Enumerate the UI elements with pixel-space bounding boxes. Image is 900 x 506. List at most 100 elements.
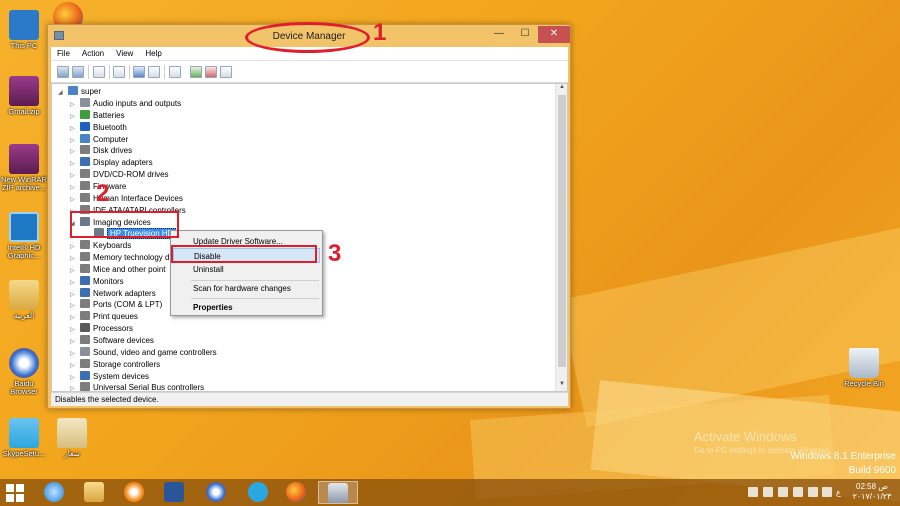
clock[interactable]: ص 02:58 ٢٠١٧/٠١/٢٣ (848, 482, 896, 502)
expand-arrow-icon[interactable]: ▷ (70, 383, 80, 391)
desktop-icon-gmail-zip[interactable]: Gmail.zip (0, 76, 48, 116)
baidu-browser-icon (206, 482, 226, 502)
activate-windows-title: Activate Windows (694, 429, 797, 444)
menu-file[interactable]: File (51, 47, 76, 58)
taskbar-device-manager[interactable] (318, 481, 358, 504)
avast-icon (124, 482, 144, 502)
tree-item-label: Ports (COM & LPT) (93, 300, 163, 310)
computer-icon (68, 86, 78, 95)
vertical-scrollbar[interactable]: ▲ ▼ (555, 84, 567, 391)
annotation-box-imaging-devices (70, 211, 179, 238)
minimize-button[interactable]: — (486, 26, 512, 43)
show-hidden-icons-icon[interactable] (748, 487, 758, 497)
tree-category[interactable]: ▷ Disk drives (70, 145, 132, 157)
start-button[interactable] (6, 484, 24, 502)
desktop-icon-baidu-browser[interactable]: Baidu Browser (0, 348, 48, 396)
taskbar-firefox[interactable] (276, 481, 316, 504)
menu-item-uninstall[interactable]: Uninstall (173, 262, 320, 277)
tree-category[interactable]: ▷ System devices (70, 370, 149, 383)
taskbar: ع ص 02:58 ٢٠١٧/٠١/٢٣ (0, 479, 900, 506)
menu-separator (191, 298, 319, 299)
device-category-icon (80, 98, 90, 107)
tree-category[interactable]: ▷ Software devices (70, 335, 154, 347)
scroll-down-icon[interactable]: ▼ (556, 381, 567, 391)
tree-category[interactable]: ▷ Network adapters (70, 287, 156, 300)
desktop-icon-this-pc[interactable]: This PC (0, 10, 48, 50)
tree-category[interactable]: ▷ Storage controllers (70, 358, 160, 371)
tree-category[interactable]: ▷ Ports (COM & LPT) (70, 299, 162, 311)
tree-category[interactable]: ▷ DVD/CD-ROM drives (70, 169, 169, 181)
desktop-icon-intel-graphics[interactable]: Intel® HD Graphic... (0, 212, 48, 260)
close-button[interactable]: ✕ (538, 26, 570, 43)
toolbar-separator (109, 65, 110, 79)
tree-category[interactable]: ▷ Print queues (70, 311, 138, 323)
desktop-icon-recycle-bin[interactable]: Recycle Bin (840, 348, 888, 388)
help-icon[interactable] (133, 66, 145, 78)
device-category-icon (80, 358, 90, 368)
annotation-ellipse-title (245, 22, 370, 53)
tree-root[interactable]: ◢ super (58, 86, 101, 98)
volume-icon[interactable] (822, 487, 832, 497)
menu-item-properties[interactable]: Properties (173, 300, 320, 315)
tree-category[interactable]: ▷ Bluetooth (70, 121, 127, 134)
tree-category[interactable]: ▷ Keyboards (70, 240, 131, 252)
tree-category[interactable]: ▷ Audio inputs and outputs (70, 98, 181, 110)
update-driver-icon[interactable] (190, 66, 202, 78)
device-category-icon (80, 299, 90, 309)
device-category-icon (80, 311, 90, 321)
scroll-up-icon[interactable]: ▲ (556, 84, 567, 94)
tree-item-label: Computer (93, 134, 129, 144)
language-indicator[interactable]: ع (836, 488, 841, 497)
computer-icon (9, 10, 39, 40)
uninstall-device-icon[interactable] (205, 66, 217, 78)
tree-category[interactable]: ▷ Universal Serial Bus controllers (70, 382, 204, 391)
disable-device-icon[interactable] (220, 66, 232, 78)
network-icon[interactable] (808, 487, 818, 497)
taskbar-file-explorer[interactable] (74, 481, 114, 504)
menu-view[interactable]: View (110, 47, 139, 58)
taskbar-avast[interactable] (114, 481, 154, 504)
menu-item-scan-hardware[interactable]: Scan for hardware changes (173, 281, 320, 296)
desktop-icon-label: شعار (64, 449, 80, 458)
tree-item-label: Mice and other point (93, 264, 166, 274)
flag-icon[interactable] (763, 487, 773, 497)
tree-category[interactable]: ▷ Processors (70, 323, 133, 335)
tree-category[interactable]: ▷ Display adapters (70, 157, 153, 169)
taskbar-baidu-browser[interactable] (196, 481, 236, 504)
show-action-pane-icon[interactable] (148, 66, 160, 78)
show-hide-console-tree-icon[interactable] (93, 66, 105, 78)
tree-item-label: Bluetooth (93, 122, 127, 132)
scrollbar-thumb[interactable] (558, 95, 566, 367)
back-icon[interactable] (57, 66, 69, 78)
app-tray-icon[interactable] (778, 487, 788, 497)
tree-item-label: Software devices (93, 336, 154, 345)
tree-category[interactable]: ▷ Mice and other point (70, 263, 166, 276)
device-category-icon (80, 157, 90, 167)
tree-category[interactable]: ▷ Batteries (70, 109, 125, 122)
forward-icon[interactable] (72, 66, 84, 78)
taskbar-word[interactable] (154, 481, 194, 504)
maximize-button[interactable]: ☐ (512, 26, 538, 43)
desktop-icon-label: New WinRAR ZIP archive... (1, 175, 47, 192)
battery-icon[interactable] (793, 487, 803, 497)
desktop-icon-skype-setup[interactable]: SkypeSetu... (0, 418, 48, 458)
scan-hardware-icon[interactable] (169, 66, 181, 78)
menu-help[interactable]: Help (139, 47, 167, 58)
taskbar-internet-explorer[interactable] (34, 481, 74, 504)
properties-icon[interactable] (113, 66, 125, 78)
desktop-icon-winrar-archive[interactable]: New WinRAR ZIP archive... (0, 144, 48, 192)
collapse-arrow-icon[interactable]: ◢ (58, 87, 68, 99)
tree-category[interactable]: ▷ Computer (70, 133, 129, 146)
desktop-icon-logo-file[interactable]: شعار (48, 418, 96, 458)
tree-category[interactable]: ▷ Memory technology d (70, 252, 169, 264)
tree-category[interactable]: ▷ Human Interface Devices (70, 192, 183, 205)
tree-item-label: Network adapters (93, 288, 156, 298)
menu-action[interactable]: Action (76, 47, 110, 58)
tree-category[interactable]: ▷ Sound, video and game controllers (70, 346, 217, 359)
desktop-icon-label: Baidu Browser (10, 379, 38, 396)
taskbar-skype[interactable] (238, 481, 278, 504)
desktop-icon-folder[interactable]: العربية (0, 280, 48, 320)
status-bar: Disables the selected device. (51, 392, 568, 406)
tree-category[interactable]: ▷ Monitors (70, 275, 124, 288)
device-category-icon (80, 240, 90, 250)
